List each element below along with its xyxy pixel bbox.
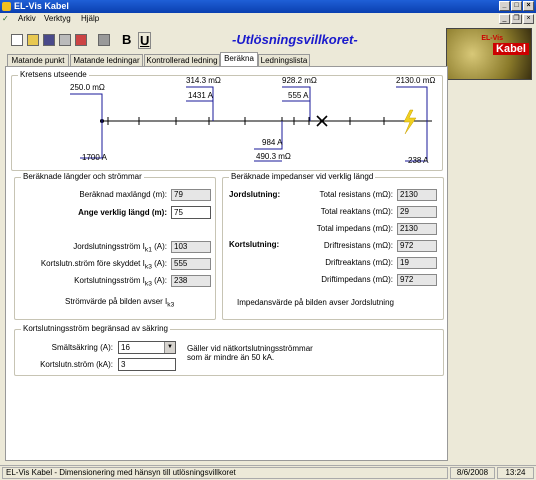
maximize-button[interactable]: □: [511, 1, 522, 11]
status-text: EL-Vis Kabel - Dimensionering med hänsyn…: [2, 467, 448, 479]
impedance-row-value: 972: [397, 240, 437, 252]
delete-icon[interactable]: [75, 34, 87, 46]
underline-button[interactable]: U: [138, 32, 152, 49]
circuit-label-d: 928.2 mΩ: [282, 76, 317, 85]
fuse-info-text: Gäller vid nätkortslutningsströmmar som …: [187, 344, 313, 362]
actual-length-input[interactable]: 75: [171, 206, 211, 219]
calculation-panel: Kretsens utseende 250.0 mΩ 314.3 mΩ 1431…: [5, 66, 448, 461]
copy-icon[interactable]: [59, 34, 71, 46]
menu-hjalp[interactable]: Hjälp: [81, 14, 99, 23]
fuse-select[interactable]: 16 ▼: [118, 341, 176, 354]
status-time: 13:24: [497, 467, 534, 479]
fuse-select-value: 16: [121, 343, 130, 352]
fault-lightning-icon: [403, 109, 417, 135]
circuit-label-b: 314.3 mΩ: [186, 76, 221, 85]
circuit-label-g: 1700 A: [82, 153, 107, 162]
impedance-title: Beräknade impedanser vid verklig längd: [229, 172, 376, 181]
circuit-label-f: 2130.0 mΩ: [396, 76, 436, 85]
current-note: Strömvärde på bilden avser Ik3: [65, 297, 175, 309]
short-circuit-current-label: Kortslutningsström Ik3 (A):: [74, 276, 167, 288]
app-icon: [2, 2, 11, 11]
minimize-button[interactable]: _: [499, 1, 510, 11]
impedance-group: Beräknade impedanser vid verklig längd J…: [222, 172, 444, 320]
logo-brand: EL-Vis: [481, 35, 503, 42]
app-title: -Utlösningsvillkoret-: [232, 32, 358, 47]
circuit-label-c: 1431 A: [188, 91, 213, 100]
circuit-label-i: 490.3 mΩ: [256, 152, 291, 161]
max-length-label: Beräknad maxlängd (m):: [79, 190, 167, 199]
impedance-row-value: 2130: [397, 223, 437, 235]
circuit-label-a: 250.0 mΩ: [70, 83, 105, 92]
impedance-row-value: 19: [397, 257, 437, 269]
bold-button[interactable]: B: [122, 32, 131, 47]
impedance-row-value: 29: [397, 206, 437, 218]
impedance-row-label: Driftreaktans (mΩ):: [325, 258, 393, 267]
impedance-row-label: Driftresistans (mΩ):: [323, 241, 393, 250]
lengths-title: Beräknade längder och strömmar: [21, 172, 144, 181]
mdi-restore-button[interactable]: ❐: [511, 14, 522, 24]
mdi-minimize-button[interactable]: _: [499, 14, 510, 24]
menu-verktyg[interactable]: Verktyg: [44, 14, 71, 23]
short-circuit-before-value: 555: [171, 258, 211, 270]
short-circuit-before-label: Kortslutn.ström före skyddet Ik3 (A):: [40, 259, 167, 271]
impedance-row-label: Total impedans (mΩ):: [316, 224, 393, 233]
lengths-group: Beräknade längder och strömmar Beräknad …: [14, 172, 216, 320]
max-length-value: 79: [171, 189, 211, 201]
ground-fault-current-value: 103: [171, 241, 211, 253]
circuit-label-e: 555 A: [288, 91, 309, 100]
mdi-app-icon: ✓: [2, 14, 9, 23]
chevron-down-icon[interactable]: ▼: [164, 342, 175, 353]
fuse-limit-title: Kortslutningsström begränsad av säkring: [21, 324, 170, 333]
impedance-row-label: Driftimpedans (mΩ):: [321, 275, 393, 284]
open-folder-icon[interactable]: [27, 34, 39, 46]
impedance-note: Impedansvärde på bilden avser Jordslutni…: [237, 298, 394, 307]
short-circuit-ka-input[interactable]: 3: [118, 358, 176, 371]
impedance-row-value: 2130: [397, 189, 437, 201]
ground-fault-heading: Jordslutning:: [229, 190, 281, 199]
status-bar: EL-Vis Kabel - Dimensionering med hänsyn…: [0, 465, 536, 480]
close-button[interactable]: ×: [523, 1, 534, 11]
fuse-label: Smältsäkring (A):: [51, 343, 113, 352]
circuit-label-h: 984 A: [262, 138, 283, 147]
tab-berakna[interactable]: Beräkna: [220, 52, 258, 67]
new-file-icon[interactable]: [11, 34, 23, 46]
impedance-row-label: Total reaktans (mΩ):: [320, 207, 393, 216]
menu-arkiv[interactable]: Arkiv: [18, 14, 36, 23]
print-icon[interactable]: [98, 34, 110, 46]
window-title: EL-Vis Kabel: [14, 1, 69, 11]
circuit-label-j: 238 A: [408, 156, 429, 165]
actual-length-label: Ange verklig längd (m):: [78, 208, 167, 217]
fuse-limit-group: Kortslutningsström begränsad av säkring …: [14, 324, 444, 376]
circuit-group: Kretsens utseende 250.0 mΩ 314.3 mΩ 1431…: [11, 70, 443, 171]
save-icon[interactable]: [43, 34, 55, 46]
title-bar: EL-Vis Kabel _ □ ×: [0, 0, 536, 13]
logo: EL-Vis Kabel: [446, 28, 532, 80]
short-circuit-current-value: 238: [171, 275, 211, 287]
short-circuit-ka-label: Kortslutn.ström (kA):: [40, 360, 113, 369]
mdi-close-button[interactable]: ×: [523, 14, 534, 24]
status-date: 8/6/2008: [450, 467, 495, 479]
ground-fault-current-label: Jordslutningsström Ik1 (A):: [73, 242, 167, 254]
menu-bar: ✓ Arkiv Verktyg Hjälp _ ❐ ×: [0, 13, 536, 26]
impedance-row-label: Total resistans (mΩ):: [319, 190, 393, 199]
logo-text: Kabel: [493, 43, 529, 55]
impedance-row-value: 972: [397, 274, 437, 286]
short-circuit-heading: Kortslutning:: [229, 240, 280, 249]
